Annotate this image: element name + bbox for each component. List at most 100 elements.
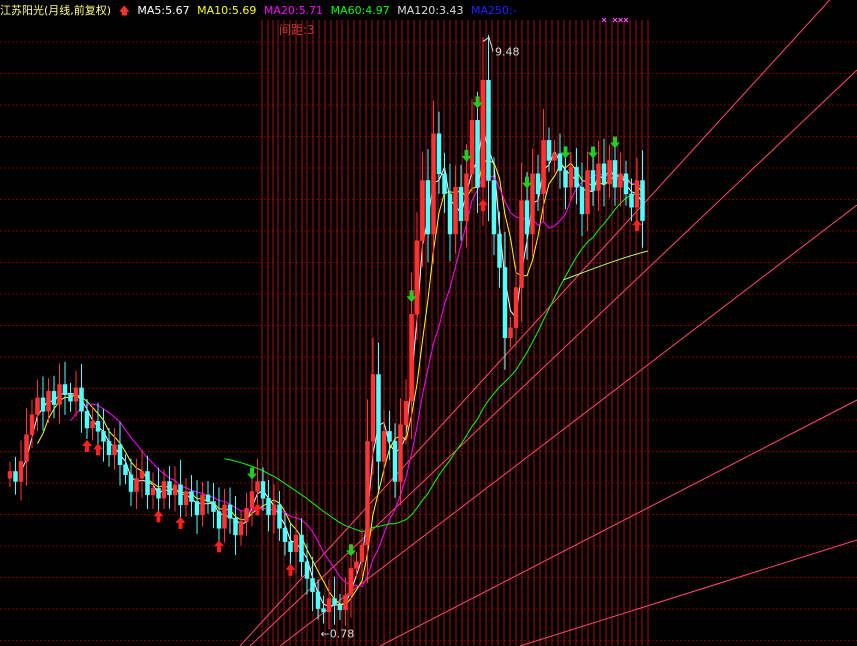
channel-lines [239,0,857,646]
candle-body [469,120,475,175]
candle-body [249,491,255,509]
buy-arrow-icon [93,443,103,456]
candle-body [73,387,79,402]
candle-body [634,180,640,208]
candle-body [13,471,18,482]
candle-body [640,180,645,221]
candle-body [420,180,425,241]
candle-body [568,166,574,188]
candle-body [46,390,51,412]
candle-body [57,384,62,405]
cross-marker-icon [623,17,629,23]
candle-body [310,578,315,593]
candle-body [18,461,24,482]
candle-body [255,481,260,492]
candle-body [365,441,370,546]
candle-body [238,521,244,536]
candle-body [205,494,211,502]
candle-body [326,598,332,613]
candle-body [321,608,326,613]
candle-body [288,541,293,552]
legend-ma120: MA120:3.43 [397,4,464,17]
candle-body [486,79,491,181]
candle-body [502,267,508,338]
ma20-line [70,173,643,587]
channel-line [239,0,831,646]
candle-body [508,327,513,338]
candle-body [348,568,354,596]
legend-ma5: MA5:5.67 [137,4,190,17]
candle-body [134,477,139,492]
cross-marker-icon [618,17,623,23]
candle-body [222,504,227,529]
candle-body [332,598,337,606]
candle-body [546,140,552,161]
buy-arrow-icon [175,516,186,529]
candlestick-chart[interactable]: 间距:3 9.48 ←0.78 [0,0,857,646]
candle-body [167,481,172,496]
chart-legend: 江苏阳光(月线,前复权) 🡅 MA5:5.67 MA10:5.69 MA20:5… [0,2,521,18]
candle-body [425,180,431,235]
candle-body [431,133,436,235]
ma5-line [20,129,643,607]
candle-body [601,163,607,185]
candle-body [491,180,497,235]
candle-body [535,173,541,195]
candle-body [629,193,634,208]
candle-body [524,200,530,235]
candle-body [172,484,178,496]
sell-arrow-icon [588,146,598,159]
candle-body [414,240,420,315]
candle-body [271,504,277,516]
candle-body [233,518,238,536]
candle-body [139,471,145,479]
candle-body [497,233,502,268]
candle-body [590,170,596,191]
candle-body [101,431,106,442]
candle-body [475,120,480,188]
candle-body [29,414,35,435]
buy-arrow-icon [214,540,224,553]
channel-line [519,539,857,646]
candle-body [150,487,156,496]
buy-arrow-icon [153,510,164,523]
candle-body [618,173,623,188]
candle-body [304,561,310,579]
candle-body [79,387,84,412]
candle-body [563,170,568,188]
candle-body [200,494,205,516]
candle-body [84,411,90,429]
candle-body [354,561,359,569]
legend-ma60: MA60:4.97 [330,4,390,17]
candle-body [585,170,590,215]
candle-body [117,444,123,466]
cross-marker-icon [612,17,618,23]
candle-body [381,431,387,462]
candle-body [161,481,167,499]
candle-body [623,173,629,195]
candle-body [442,173,447,195]
candle-body [392,441,398,482]
cross-marker-icon [601,17,607,23]
candle-body [128,474,134,492]
candle-body [447,193,453,235]
candle-body [112,444,117,455]
candle-body [227,504,233,519]
candle-body [579,186,585,215]
candle-body [183,491,189,506]
candle-body [359,544,365,562]
candle-body [315,591,321,609]
candle-body [24,434,29,462]
candle-body [68,394,73,402]
candle-body [480,79,486,188]
candle-body [607,160,612,185]
candle-body [95,421,101,432]
candle-body [409,314,414,402]
candle-body [343,594,348,611]
candle-body [156,487,161,499]
buy-arrow-icon [632,219,642,232]
candle-body [145,471,150,496]
buy-arrow-icon [285,563,296,576]
candle-body [51,390,57,405]
candle-body [106,441,112,455]
